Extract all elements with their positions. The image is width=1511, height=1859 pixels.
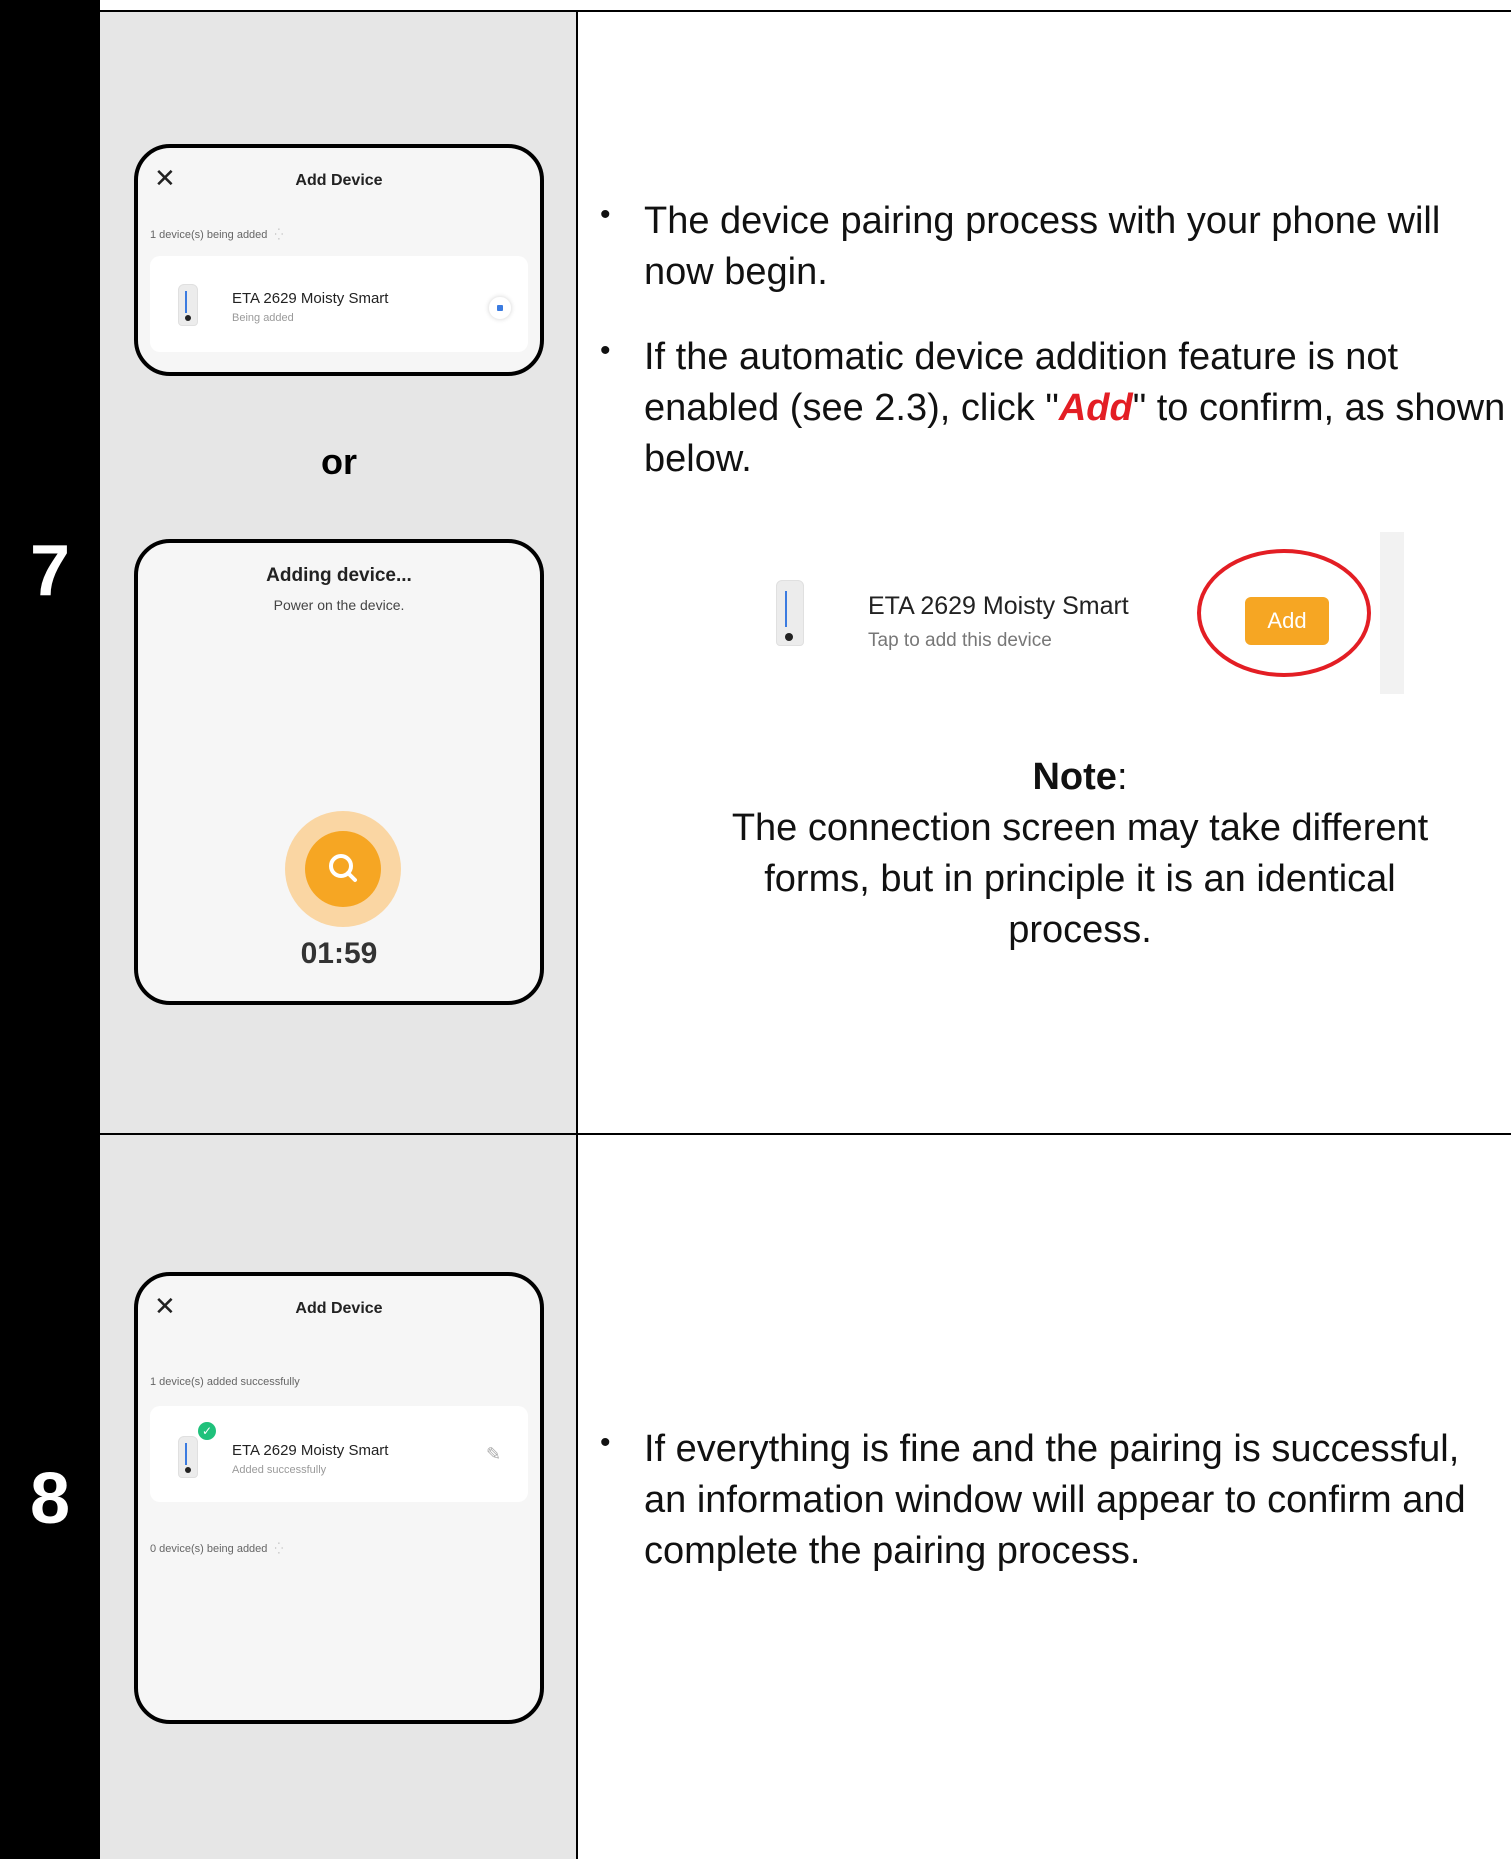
or-label: or xyxy=(321,441,357,482)
example-device-sub: Tap to add this device xyxy=(868,630,1052,651)
humidifier-icon xyxy=(776,580,804,646)
screen-title: Add Device xyxy=(295,1300,383,1317)
adding-subtitle: Power on the device. xyxy=(273,597,405,613)
edit-pencil-icon[interactable]: ✎ xyxy=(486,1444,501,1465)
device-name: ETA 2629 Moisty Smart xyxy=(232,290,389,307)
device-card[interactable]: ✓ ETA 2629 Moisty Smart Added successful… xyxy=(150,1406,528,1502)
loading-indicator-icon xyxy=(488,296,512,320)
table-row-divider xyxy=(0,1133,1511,1135)
step-8-number: 8 xyxy=(29,1459,71,1539)
spinner-icon: ⁛ xyxy=(274,229,284,241)
add-device-success-screen: ✕ Add Device 1 device(s) added successfu… xyxy=(134,1272,544,1724)
humidifier-icon xyxy=(178,284,198,326)
step-number-column xyxy=(0,0,100,1859)
search-icon xyxy=(329,854,357,882)
bullet-text: The device pairing process with your pho… xyxy=(644,200,1441,293)
add-device-screen: ✕ Add Device 1 device(s) being added ⁛ E… xyxy=(134,144,544,376)
example-scroll-edge xyxy=(1380,532,1404,694)
countdown-timer: 01:59 xyxy=(300,937,378,970)
device-name: ETA 2629 Moisty Smart xyxy=(232,1442,389,1459)
note-body: The connection screen may take different… xyxy=(731,807,1429,951)
humidifier-icon xyxy=(178,1436,198,1478)
bullet-marker: • xyxy=(600,334,611,367)
highlight-circle xyxy=(1197,549,1371,677)
success-check-icon: ✓ xyxy=(198,1422,216,1440)
device-card[interactable]: ETA 2629 Moisty Smart Being added xyxy=(150,256,528,352)
adding-device-screen: Adding device... Power on the device. 01… xyxy=(134,539,544,1005)
add-device-example: ETA 2629 Moisty Smart Tap to add this de… xyxy=(740,532,1404,694)
pending-status: 0 device(s) being added ⁛ xyxy=(150,1543,284,1555)
search-button[interactable] xyxy=(305,831,381,907)
table-top-border xyxy=(0,10,1511,12)
added-status: 1 device(s) added successfully xyxy=(150,1376,300,1388)
note: Note: The connection screen may take dif… xyxy=(680,752,1480,956)
spinner-icon: ⁛ xyxy=(274,1543,284,1555)
bullet-marker: • xyxy=(600,198,611,231)
device-status: Added successfully xyxy=(232,1464,327,1476)
add-emphasis: Add xyxy=(1058,387,1133,429)
example-device-name: ETA 2629 Moisty Smart xyxy=(868,592,1129,620)
search-progress-ring xyxy=(285,811,401,927)
bullet-text: If the automatic device addition feature… xyxy=(644,336,1506,480)
table-column-divider xyxy=(576,10,578,1859)
bullet-text: If everything is fine and the pairing is… xyxy=(644,1428,1466,1572)
step-7-number: 7 xyxy=(29,531,71,611)
adding-status: 1 device(s) being added ⁛ xyxy=(150,229,284,241)
note-heading: Note xyxy=(1032,756,1117,798)
bullet-marker: • xyxy=(600,1426,611,1459)
screen-title: Add Device xyxy=(295,172,383,189)
adding-title: Adding device... xyxy=(266,565,412,586)
device-status: Being added xyxy=(232,312,294,324)
